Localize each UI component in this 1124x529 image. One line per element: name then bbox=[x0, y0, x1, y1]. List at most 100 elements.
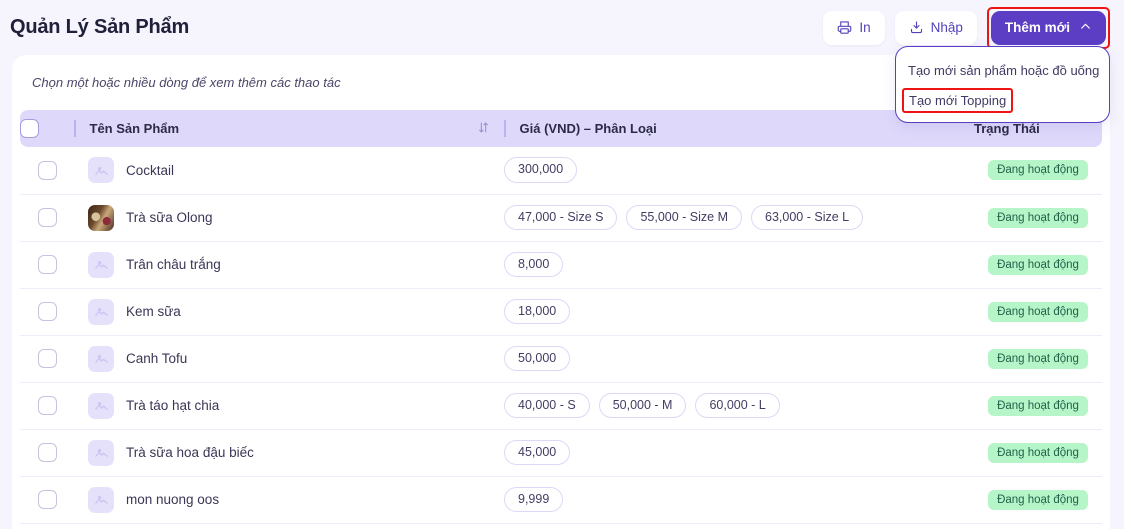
status-badge: Đang hoạt động bbox=[988, 254, 1088, 275]
row-select-cell bbox=[20, 288, 74, 336]
price-chip: 55,000 - Size M bbox=[626, 204, 743, 231]
table-row[interactable]: Trà sữa Olong 47,000 - Size S 55,000 - Siz… bbox=[20, 194, 1102, 242]
status-badge: Đang hoạt động bbox=[988, 348, 1088, 369]
row-select-cell bbox=[20, 241, 74, 289]
product-name-label: Cocktail bbox=[126, 162, 175, 178]
product-name-label: Trà táo hạt chia bbox=[126, 398, 220, 413]
header-price-label: Giá (VND) – Phân Loại bbox=[519, 121, 657, 136]
printer-icon bbox=[837, 20, 852, 35]
product-name-label: Trà sữa Olong bbox=[126, 210, 213, 225]
row-select-cell bbox=[20, 476, 74, 524]
column-divider bbox=[74, 120, 76, 137]
sort-icon[interactable] bbox=[477, 121, 490, 137]
chevron-up-icon bbox=[1079, 20, 1092, 36]
price-chip: 9,999 bbox=[504, 486, 564, 513]
row-select-cell bbox=[20, 429, 74, 477]
product-name-cell: Trân châu trắng bbox=[74, 241, 504, 289]
row-select-cell bbox=[20, 147, 74, 195]
product-name-cell: Trà sữa Olong bbox=[74, 194, 504, 242]
import-icon bbox=[909, 20, 924, 35]
row-checkbox[interactable] bbox=[38, 255, 57, 274]
table-row[interactable]: Trà táo hạt chia 40,000 - S 50,000 - M 60,0… bbox=[20, 382, 1102, 430]
add-new-button-label: Thêm mới bbox=[1004, 20, 1070, 35]
page-title: Quản Lý Sản Phẩm bbox=[10, 16, 190, 38]
header-name-label: Tên Sản Phẩm bbox=[89, 121, 180, 136]
product-image-placeholder bbox=[88, 486, 114, 513]
product-price-cell: 40,000 - S 50,000 - M 60,000 - L bbox=[504, 382, 974, 430]
price-chip: 45,000 bbox=[504, 439, 571, 466]
product-name-label: Kem sữa bbox=[126, 304, 181, 319]
product-thumbnail bbox=[88, 204, 114, 231]
product-name-label: Trân châu trắng bbox=[126, 257, 221, 272]
product-status-cell: Đang hoạt động bbox=[974, 194, 1102, 242]
products-table: Tên Sản Phẩm Giá (VND) – Phân Loại Trạng… bbox=[20, 110, 1102, 524]
product-name-cell: mon nuong oos bbox=[74, 476, 504, 524]
row-checkbox[interactable] bbox=[38, 160, 57, 180]
row-select-cell bbox=[20, 194, 74, 242]
dropdown-item-create-product[interactable]: Tạo mới sản phẩm hoặc đồ uống bbox=[896, 56, 1109, 86]
print-button-label: In bbox=[859, 20, 871, 35]
table-row[interactable]: Cocktail 300,000 Đang hoạt động bbox=[20, 147, 1102, 195]
table-row[interactable]: Trân châu trắng 8,000 Đang hoạt động bbox=[20, 241, 1102, 289]
row-checkbox[interactable] bbox=[38, 349, 57, 368]
product-price-cell: 8,000 bbox=[504, 241, 974, 289]
price-chip: 8,000 bbox=[504, 251, 564, 278]
product-image-placeholder bbox=[88, 157, 114, 184]
product-name-cell: Kem sữa bbox=[74, 288, 504, 336]
table-row[interactable]: mon nuong oos 9,999 Đang hoạt động bbox=[20, 476, 1102, 524]
price-chip: 50,000 bbox=[504, 345, 571, 372]
price-chip: 47,000 - Size S bbox=[504, 204, 618, 231]
product-name-cell: Trà sữa hoa đậu biếc bbox=[74, 429, 504, 477]
table-row[interactable]: Canh Tofu 50,000 Đang hoạt động bbox=[20, 335, 1102, 383]
header-name-cell[interactable]: Tên Sản Phẩm bbox=[74, 110, 504, 147]
row-checkbox[interactable] bbox=[38, 396, 57, 415]
product-price-cell: 47,000 - Size S 55,000 - Size M 63,000 - S… bbox=[504, 194, 974, 242]
add-new-annotation-box: Thêm mới bbox=[986, 6, 1110, 49]
header-status-label: Trạng Thái bbox=[974, 121, 1040, 136]
price-chip: 50,000 - M bbox=[598, 392, 687, 419]
product-image-placeholder bbox=[88, 298, 114, 325]
product-price-cell: 45,000 bbox=[504, 429, 974, 477]
product-price-cell: 18,000 bbox=[504, 288, 974, 336]
price-chip: 63,000 - Size L bbox=[751, 204, 864, 231]
row-checkbox[interactable] bbox=[38, 490, 57, 509]
product-status-cell: Đang hoạt động bbox=[974, 241, 1102, 289]
product-status-cell: Đang hoạt động bbox=[974, 382, 1102, 430]
row-checkbox[interactable] bbox=[38, 443, 57, 462]
product-image-placeholder bbox=[88, 345, 114, 372]
status-badge: Đang hoạt động bbox=[988, 489, 1088, 510]
row-checkbox[interactable] bbox=[38, 302, 57, 321]
table-row[interactable]: Kem sữa 18,000 Đang hoạt động bbox=[20, 288, 1102, 336]
status-badge: Đang hoạt động bbox=[988, 301, 1088, 322]
add-new-dropdown-menu[interactable]: Tạo mới sản phẩm hoặc đồ uống Tạo mới To… bbox=[895, 46, 1110, 124]
header-select-all-cell bbox=[20, 110, 74, 147]
product-status-cell: Đang hoạt động bbox=[974, 429, 1102, 477]
product-price-cell: 300,000 bbox=[504, 147, 974, 195]
row-select-cell bbox=[20, 335, 74, 383]
table-body: Cocktail 300,000 Đang hoạt động Trà sữa Olo… bbox=[20, 147, 1102, 524]
product-name-cell: Trà táo hạt chia bbox=[74, 382, 504, 430]
product-status-cell: Đang hoạt động bbox=[974, 335, 1102, 383]
product-price-cell: 50,000 bbox=[504, 335, 974, 383]
import-button[interactable]: Nhập bbox=[894, 10, 977, 45]
row-select-cell bbox=[20, 382, 74, 430]
status-badge: Đang hoạt động bbox=[988, 442, 1088, 463]
table-row[interactable]: Trà sữa hoa đậu biếc 45,000 Đang hoạt động bbox=[20, 429, 1102, 477]
status-badge: Đang hoạt động bbox=[988, 395, 1088, 416]
product-image-placeholder bbox=[88, 439, 114, 466]
product-status-cell: Đang hoạt động bbox=[974, 288, 1102, 336]
import-button-label: Nhập bbox=[930, 20, 963, 35]
status-badge: Đang hoạt động bbox=[988, 160, 1088, 181]
add-new-button[interactable]: Thêm mới bbox=[990, 10, 1106, 45]
product-name-label: Trà sữa hoa đậu biếc bbox=[126, 445, 254, 460]
price-chip: 18,000 bbox=[504, 298, 571, 325]
select-all-checkbox[interactable] bbox=[20, 119, 39, 138]
product-name-cell: Cocktail bbox=[74, 147, 504, 195]
price-chip: 40,000 - S bbox=[504, 392, 590, 419]
dropdown-item-create-topping[interactable]: Tạo mới Topping bbox=[902, 87, 1014, 114]
header-actions: In Nhập Thêm mới bbox=[823, 6, 1110, 49]
price-chip: 60,000 - L bbox=[695, 392, 780, 419]
products-card: Chọn một hoặc nhiều dòng để xem thêm các… bbox=[12, 55, 1110, 529]
print-button[interactable]: In bbox=[823, 10, 885, 45]
row-checkbox[interactable] bbox=[38, 208, 57, 227]
